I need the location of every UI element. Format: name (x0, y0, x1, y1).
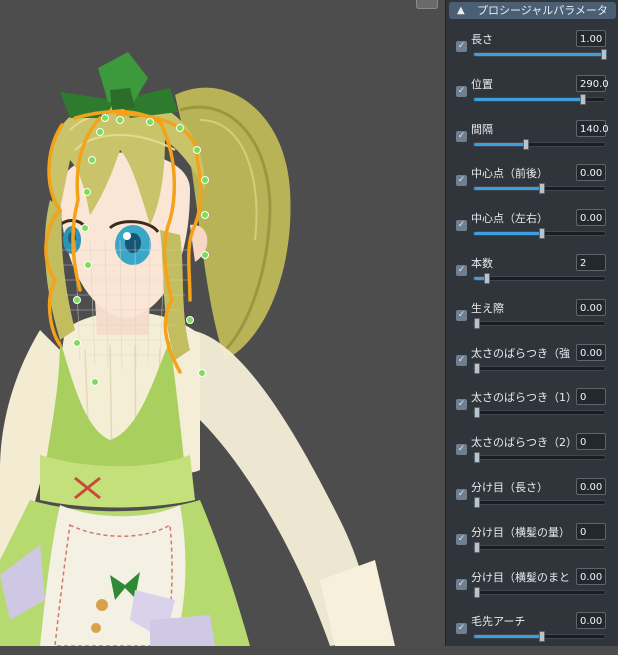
parameter-value-field[interactable]: 0 (576, 433, 606, 450)
parameter-checkbox[interactable]: ✓ (456, 131, 467, 142)
parameter-label: 位置 (471, 78, 493, 91)
parameter-label: 本数 (471, 257, 493, 270)
parameter-checkbox[interactable]: ✓ (456, 355, 467, 366)
parameter-slider[interactable] (473, 363, 606, 374)
parameter-label: 中心点（前後） (471, 167, 548, 180)
chevron-up-icon[interactable]: ▲ (457, 2, 465, 19)
slider-thumb[interactable] (474, 452, 480, 463)
parameter-slider[interactable] (473, 94, 606, 105)
parameter-value-field[interactable]: 0.00 (576, 568, 606, 585)
parameter-row: ✓ 生え際 0.00 (446, 297, 618, 342)
slider-fill (474, 98, 583, 101)
parameter-value-field[interactable]: 0.00 (576, 478, 606, 495)
procedural-parameter-panel: ▲ プロシージャルパラメータ ✓ 長さ 1.00 ✓ 位置 290.0 ✓ 間隔 140.0 ✓ 中… (445, 0, 618, 646)
slider-thumb[interactable] (474, 497, 480, 508)
parameter-label: 中心点（左右） (471, 212, 548, 225)
parameter-value-field[interactable]: 0.00 (576, 344, 606, 361)
parameter-row: ✓ 太さのばらつき（強 0.00 (446, 342, 618, 387)
parameter-label: 分け目（長さ） (471, 481, 548, 494)
parameter-checkbox[interactable]: ✓ (456, 220, 467, 231)
3d-viewport[interactable] (0, 0, 445, 646)
slider-thumb[interactable] (523, 139, 529, 150)
panel-header[interactable]: ▲ プロシージャルパラメータ (449, 2, 616, 19)
slider-thumb[interactable] (539, 183, 545, 194)
parameter-value-field[interactable]: 0 (576, 388, 606, 405)
parameter-slider[interactable] (473, 497, 606, 508)
parameter-slider[interactable] (473, 183, 606, 194)
parameter-row: ✓ 太さのばらつき（2） 0 (446, 431, 618, 476)
parameter-checkbox[interactable]: ✓ (456, 579, 467, 590)
parameter-label: 毛先アーチ (471, 615, 526, 628)
slider-thumb[interactable] (474, 363, 480, 374)
parameter-value-field[interactable]: 0.00 (576, 164, 606, 181)
slider-thumb[interactable] (539, 631, 545, 642)
slider-thumb[interactable] (580, 94, 586, 105)
parameter-checkbox[interactable]: ✓ (456, 534, 467, 545)
parameter-slider[interactable] (473, 452, 606, 463)
parameter-row: ✓ 中心点（前後） 0.00 (446, 162, 618, 207)
parameter-value-field[interactable]: 290.0 (576, 75, 609, 92)
parameter-slider[interactable] (473, 631, 606, 642)
parameter-row: ✓ 長さ 1.00 (446, 28, 618, 73)
parameter-label: 分け目（横髪のまと (471, 571, 570, 584)
parameter-checkbox[interactable]: ✓ (456, 310, 467, 321)
parameter-row: ✓ 中心点（左右） 0.00 (446, 207, 618, 252)
parameter-slider[interactable] (473, 139, 606, 150)
parameter-label: 間隔 (471, 123, 493, 136)
parameter-row: ✓ 分け目（横髪のまと 0.00 (446, 566, 618, 611)
parameter-checkbox[interactable]: ✓ (456, 489, 467, 500)
character-model (0, 52, 395, 646)
parameter-label: 長さ (471, 33, 493, 46)
parameter-checkbox[interactable]: ✓ (456, 444, 467, 455)
parameter-row: ✓ 太さのばらつき（1） 0 (446, 386, 618, 431)
parameter-label: 太さのばらつき（2） (471, 436, 577, 449)
slider-thumb[interactable] (474, 587, 480, 598)
parameter-label: 太さのばらつき（1） (471, 391, 577, 404)
parameter-label: 分け目（横髪の量） (471, 526, 570, 539)
parameter-row: ✓ 毛先アーチ 0.00 (446, 610, 618, 655)
slider-fill (474, 143, 526, 146)
parameter-checkbox[interactable]: ✓ (456, 86, 467, 97)
parameter-checkbox[interactable]: ✓ (456, 399, 467, 410)
parameter-checkbox[interactable]: ✓ (456, 175, 467, 186)
parameter-value-field[interactable]: 0.00 (576, 612, 606, 629)
parameter-row: ✓ 位置 290.0 (446, 73, 618, 118)
parameter-slider[interactable] (473, 273, 606, 284)
slider-thumb[interactable] (484, 273, 490, 284)
slider-fill (474, 635, 542, 638)
parameter-row: ✓ 分け目（横髪の量） 0 (446, 521, 618, 566)
parameter-checkbox[interactable]: ✓ (456, 265, 467, 276)
parameter-checkbox[interactable]: ✓ (456, 623, 467, 634)
slider-thumb[interactable] (601, 49, 607, 60)
parameter-slider[interactable] (473, 49, 607, 60)
parameter-row: ✓ 分け目（長さ） 0.00 (446, 476, 618, 521)
parameter-value-field[interactable]: 0.00 (576, 299, 606, 316)
parameter-value-field[interactable]: 0 (576, 523, 606, 540)
parameter-slider[interactable] (473, 228, 606, 239)
parameter-slider[interactable] (473, 542, 606, 553)
slider-thumb[interactable] (539, 228, 545, 239)
parameter-slider[interactable] (473, 318, 606, 329)
slider-thumb[interactable] (474, 318, 480, 329)
parameter-value-field[interactable]: 140.0 (576, 120, 609, 137)
slider-thumb[interactable] (474, 407, 480, 418)
parameter-value-field[interactable]: 1.00 (576, 30, 606, 47)
parameter-row: ✓ 本数 2 (446, 252, 618, 297)
parameter-label: 生え際 (471, 302, 504, 315)
viewport-corner-handle[interactable] (416, 0, 438, 9)
parameter-value-field[interactable]: 0.00 (576, 209, 606, 226)
slider-fill (474, 187, 542, 190)
slider-fill (474, 232, 542, 235)
parameter-label: 太さのばらつき（強 (471, 347, 570, 360)
parameter-slider[interactable] (473, 587, 606, 598)
parameter-slider[interactable] (473, 407, 606, 418)
slider-thumb[interactable] (474, 542, 480, 553)
panel-title: プロシージャルパラメータ (477, 4, 608, 17)
slider-fill (474, 53, 607, 56)
parameter-checkbox[interactable]: ✓ (456, 41, 467, 52)
parameter-row: ✓ 間隔 140.0 (446, 118, 618, 163)
parameter-value-field[interactable]: 2 (576, 254, 606, 271)
